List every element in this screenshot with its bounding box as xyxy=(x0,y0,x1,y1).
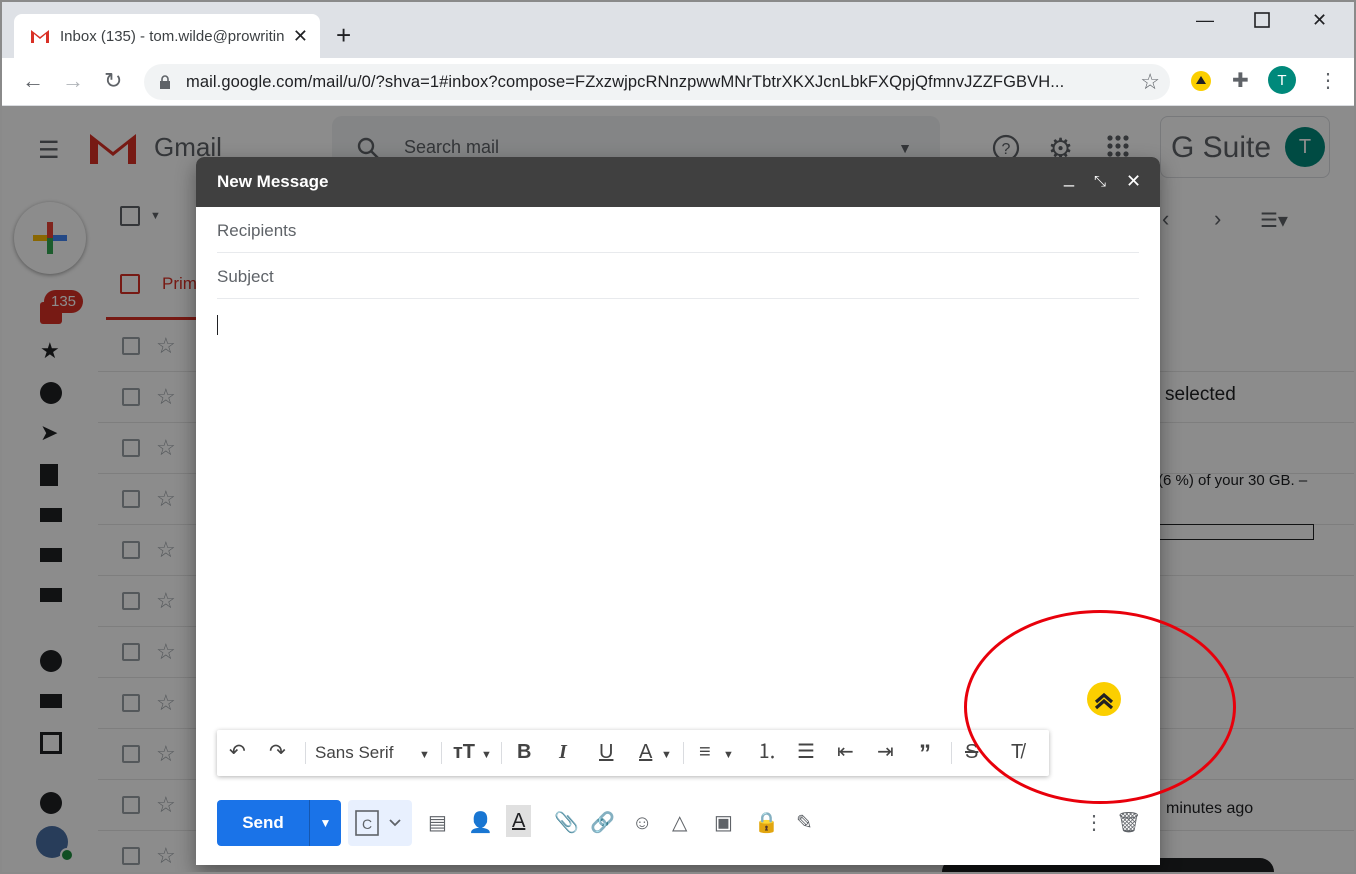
quote-icon[interactable]: ” xyxy=(919,742,931,766)
signature-pen-icon[interactable]: ✎ xyxy=(796,811,813,835)
send-button[interactable]: Send xyxy=(217,800,309,846)
align-icon[interactable]: ≡ xyxy=(699,740,711,764)
redo-icon[interactable]: ↷ xyxy=(269,740,286,764)
browser-toolbar: ← → ↻ mail.google.com/mail/u/0/?shva=1#i… xyxy=(2,58,1354,106)
profile-avatar[interactable]: T xyxy=(1268,66,1296,94)
lock-icon xyxy=(160,75,170,89)
recipients-field[interactable]: Recipients xyxy=(217,207,1139,253)
toolbar-divider xyxy=(501,742,502,764)
close-compose-icon[interactable]: ✕ xyxy=(1126,171,1141,192)
template-clipboard-icon[interactable]: ▤ xyxy=(428,811,447,835)
url-text: mail.google.com/mail/u/0/?shva=1#inbox?c… xyxy=(186,72,1065,91)
extensions-puzzle-icon[interactable]: ✚ xyxy=(1232,68,1249,93)
align-chevron-icon[interactable]: ▼ xyxy=(723,743,734,767)
bulleted-list-icon[interactable]: ☰ xyxy=(797,740,815,764)
font-size-icon[interactable]: тT xyxy=(453,740,475,764)
maximize-window-icon[interactable] xyxy=(1254,12,1270,33)
tab-title: Inbox (135) - tom.wilde@prowritingaid.co… xyxy=(60,27,285,45)
discard-trash-icon[interactable]: 🗑 xyxy=(1116,811,1141,835)
font-family-select[interactable]: Sans Serif xyxy=(315,741,393,765)
text-color-chevron-icon[interactable]: ▼ xyxy=(661,743,672,767)
close-window-icon[interactable]: ✕ xyxy=(1312,10,1327,31)
confidential-mode-icon[interactable]: 🔒 xyxy=(754,811,779,835)
insert-photo-icon[interactable]: ▣ xyxy=(714,811,733,835)
bold-icon[interactable]: B xyxy=(517,740,531,764)
bookmark-star-icon[interactable]: ☆ xyxy=(1140,69,1160,95)
browser-tab-inbox[interactable]: Inbox (135) - tom.wilde@prowritingaid.co… xyxy=(14,14,320,58)
new-tab-button[interactable]: + xyxy=(336,22,351,48)
toolbar-divider xyxy=(305,742,306,764)
add-contact-icon[interactable]: 👤 xyxy=(468,811,493,835)
send-button-group: Send ▼ xyxy=(217,800,341,846)
exit-fullscreen-icon[interactable]: ⤡ xyxy=(1094,173,1106,190)
google-drive-icon[interactable]: △ xyxy=(672,811,687,835)
browser-window: Inbox (135) - tom.wilde@prowritingaid.co… xyxy=(0,0,1356,874)
subject-field[interactable]: Subject xyxy=(217,253,1139,299)
indent-less-icon[interactable]: ⇤ xyxy=(837,740,854,764)
attach-paperclip-icon[interactable]: 📎 xyxy=(554,811,579,835)
compose-header[interactable]: New Message _ ⤡ ✕ xyxy=(196,157,1160,207)
insert-link-icon[interactable]: 🔗 xyxy=(590,811,615,835)
tab-strip: Inbox (135) - tom.wilde@prowritingaid.co… xyxy=(2,2,1354,58)
minimize-compose-icon[interactable]: _ xyxy=(1064,167,1074,188)
compose-title: New Message xyxy=(217,172,329,191)
schedule-send-button[interactable]: C xyxy=(348,800,412,846)
back-arrow-icon[interactable]: ← xyxy=(22,68,44,94)
tab-close-icon[interactable]: ✕ xyxy=(293,26,308,47)
gmail-favicon-icon xyxy=(31,30,49,43)
text-color-icon[interactable]: A xyxy=(639,740,652,764)
italic-icon[interactable]: I xyxy=(559,740,567,764)
underline-icon[interactable]: U xyxy=(599,740,613,764)
minimize-window-icon[interactable]: — xyxy=(1196,10,1214,31)
toolbar-divider xyxy=(683,742,684,764)
prowritingaid-extension-icon[interactable] xyxy=(1190,70,1212,97)
highlight-circle-annotation xyxy=(964,610,1236,804)
chrome-menu-icon[interactable]: ⋮ xyxy=(1318,68,1338,93)
toolbar-divider xyxy=(441,742,442,764)
svg-text:C: C xyxy=(362,816,372,832)
send-options-chevron-icon[interactable]: ▼ xyxy=(309,800,341,846)
formatting-options-icon[interactable]: A xyxy=(506,805,532,837)
font-family-chevron-icon[interactable]: ▼ xyxy=(419,743,430,767)
indent-more-icon[interactable]: ⇥ xyxy=(877,740,894,764)
emoji-icon[interactable]: ☺ xyxy=(632,811,652,835)
calendar-c-icon: C xyxy=(355,810,401,836)
numbered-list-icon[interactable]: ⒈ xyxy=(757,740,777,764)
more-options-icon[interactable]: ⋮ xyxy=(1084,811,1104,835)
formatting-toolbar: ↶ ↷ Sans Serif ▼ тT ▼ B I U A ▼ ≡ ▼ ⒈ ☰ … xyxy=(217,730,1049,776)
toolbar-divider xyxy=(951,742,952,764)
reload-icon[interactable]: ↻ xyxy=(104,68,122,94)
address-bar[interactable]: mail.google.com/mail/u/0/?shva=1#inbox?c… xyxy=(144,64,1170,100)
message-body-caret xyxy=(217,315,218,335)
undo-icon[interactable]: ↶ xyxy=(229,740,246,764)
forward-arrow-icon[interactable]: → xyxy=(62,68,84,94)
font-size-chevron-icon[interactable]: ▼ xyxy=(481,743,492,767)
